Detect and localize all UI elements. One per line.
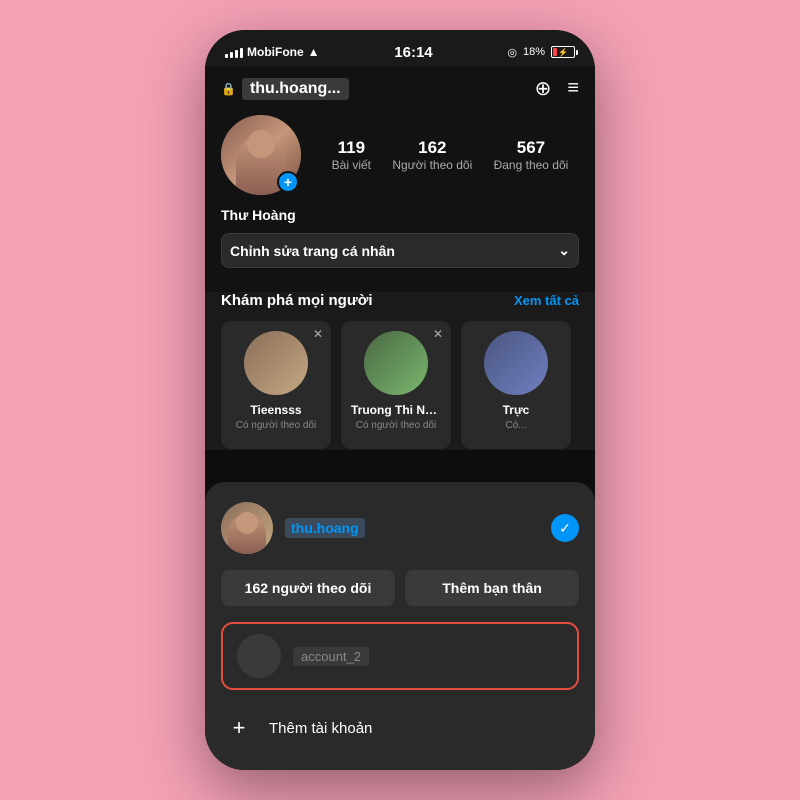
card-name-2: Truong Thi Ngoc A...: [351, 403, 441, 417]
account-row: thu.hoang ✓: [221, 502, 579, 554]
card-name-3: Trực: [471, 403, 561, 417]
app-content: 🔒 thu.hoang... ⊕ ≡ + 119: [205, 66, 595, 770]
add-avatar-button[interactable]: +: [277, 171, 299, 193]
discover-header: Khám phá mọi người Xem tất cả: [221, 292, 579, 309]
profile-area: 🔒 thu.hoang... ⊕ ≡ + 119: [205, 66, 595, 292]
see-all-link[interactable]: Xem tất cả: [514, 293, 579, 308]
card-sub-1: Có người theo dõi: [231, 420, 321, 431]
discover-section: Khám phá mọi người Xem tất cả ✕ Tieensss…: [205, 292, 595, 461]
followers-button[interactable]: 162 người theo dõi: [221, 570, 395, 606]
close-icon-2[interactable]: ✕: [433, 327, 443, 341]
top-icons: ⊕ ≡: [535, 76, 579, 101]
phone-frame: MobiFone ▲ 16:14 ◎ 18% ⚡ 🔒 thu.hoang...: [205, 30, 595, 770]
edit-profile-label: Chỉnh sửa trang cá nhân: [230, 243, 395, 259]
profile-username: thu.hoang...: [242, 78, 349, 100]
username-row: 🔒 thu.hoang...: [221, 78, 349, 100]
wifi-icon: ▲: [308, 45, 320, 59]
sheet-avatar: [221, 502, 273, 554]
carrier-name: MobiFone: [247, 45, 304, 59]
card-avatar-1: [244, 331, 308, 395]
display-name: Thư Hoàng: [221, 207, 579, 223]
close-icon-1[interactable]: ✕: [313, 327, 323, 341]
stats-row: 119 Bài viết 162 Người theo dõi 567 Đang…: [321, 138, 579, 172]
battery-bolt-icon: ⚡: [558, 48, 568, 57]
account-info: thu.hoang: [221, 502, 365, 554]
avatar-wrapper: +: [221, 115, 301, 195]
card-avatar-3: [484, 331, 548, 395]
discover-card-3[interactable]: Trực Có...: [461, 321, 571, 449]
status-left: MobiFone ▲: [225, 45, 320, 59]
posts-count: 119: [332, 138, 371, 158]
check-circle: ✓: [551, 514, 579, 542]
location-icon: ◎: [507, 46, 517, 59]
card-name-1: Tieensss: [231, 403, 321, 417]
secondary-avatar: [237, 634, 281, 678]
status-time: 16:14: [394, 44, 432, 61]
discover-title: Khám phá mọi người: [221, 292, 373, 309]
edit-profile-button[interactable]: Chỉnh sửa trang cá nhân ⌄: [221, 233, 579, 268]
signal-bar-3: [235, 50, 238, 58]
action-buttons: 162 người theo dõi Thêm bạn thân: [221, 570, 579, 606]
followers-label: Người theo dõi: [392, 158, 472, 172]
followers-stat[interactable]: 162 Người theo dõi: [392, 138, 472, 172]
signal-bars: [225, 46, 243, 58]
battery-fill: [553, 48, 557, 56]
profile-top-bar: 🔒 thu.hoang... ⊕ ≡: [221, 76, 579, 101]
posts-stat: 119 Bài viết: [332, 138, 371, 172]
lock-icon: 🔒: [221, 82, 236, 96]
menu-icon[interactable]: ≡: [567, 77, 579, 100]
discover-card-1[interactable]: ✕ Tieensss Có người theo dõi: [221, 321, 331, 449]
add-account-row[interactable]: + Thêm tài khoản: [221, 706, 579, 750]
add-friend-button[interactable]: Thêm bạn thân: [405, 570, 579, 606]
chevron-down-icon: ⌄: [558, 242, 570, 259]
secondary-account[interactable]: account_2: [221, 622, 579, 690]
profile-info-row: + 119 Bài viết 162 Người theo dõi 567 Đa…: [221, 115, 579, 195]
battery-percent: 18%: [523, 46, 545, 58]
bottom-sheet: thu.hoang ✓ 162 người theo dõi Thêm bạn …: [205, 482, 595, 770]
secondary-username: account_2: [293, 647, 369, 666]
card-sub-3: Có...: [471, 420, 561, 431]
status-bar: MobiFone ▲ 16:14 ◎ 18% ⚡: [205, 30, 595, 66]
following-label: Đang theo dõi: [494, 158, 569, 172]
following-stat[interactable]: 567 Đang theo dõi: [494, 138, 569, 172]
status-right: ◎ 18% ⚡: [507, 46, 575, 59]
add-post-icon[interactable]: ⊕: [535, 76, 552, 101]
add-account-text: Thêm tài khoản: [269, 720, 372, 737]
card-sub-2: Có người theo dõi: [351, 420, 441, 431]
signal-bar-4: [240, 48, 243, 58]
battery-container: ⚡: [551, 46, 575, 58]
discover-cards: ✕ Tieensss Có người theo dõi ✕ Truong Th…: [221, 321, 579, 449]
card-avatar-2: [364, 331, 428, 395]
posts-label: Bài viết: [332, 158, 371, 172]
followers-count: 162: [392, 138, 472, 158]
signal-bar-2: [230, 52, 233, 58]
signal-bar-1: [225, 54, 228, 58]
discover-card-2[interactable]: ✕ Truong Thi Ngoc A... Có người theo dõi: [341, 321, 451, 449]
sheet-username: thu.hoang: [285, 518, 365, 538]
following-count: 567: [494, 138, 569, 158]
battery-icon: ⚡: [551, 46, 575, 58]
plus-icon: +: [221, 710, 257, 746]
